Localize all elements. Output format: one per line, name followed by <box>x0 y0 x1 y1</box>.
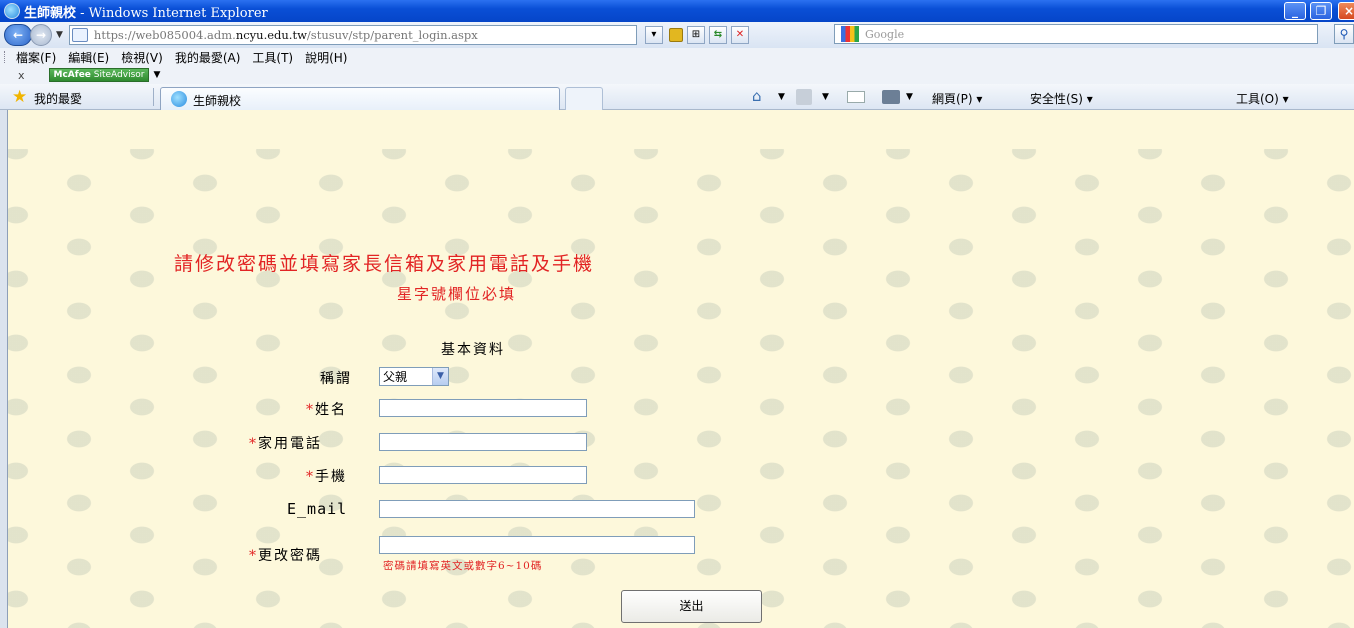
page-icon <box>71 28 88 42</box>
title-select[interactable]: 父親 ▼ <box>379 367 449 386</box>
mcafee-siteadvisor-button[interactable]: McAfee SiteAdvisor <box>48 68 150 82</box>
maximize-button[interactable]: ❐ <box>1310 2 1332 20</box>
home-dropdown-icon[interactable]: ▼ <box>778 92 785 102</box>
back-button[interactable]: ← <box>4 24 32 46</box>
toolbar-grip[interactable] <box>4 51 6 63</box>
content-top <box>8 110 1354 149</box>
menu-file[interactable]: 檔案(F) <box>16 49 56 66</box>
window-left-border <box>0 110 8 628</box>
tools-menu-button[interactable]: 工具(O) ▾ <box>1236 90 1289 107</box>
window-title: 生師親校 - Windows Internet Explorer <box>24 5 268 21</box>
stop-icon[interactable]: ✕ <box>730 26 749 44</box>
home-phone-label: *家用電話 <box>249 436 322 452</box>
tab-label: 生師親校 <box>193 94 242 108</box>
page-heading: 請修改密碼並填寫家長信箱及家用電話及手機 <box>174 253 595 275</box>
mobile-field[interactable] <box>379 466 587 484</box>
chevron-down-icon[interactable]: ▼ <box>153 70 160 80</box>
close-button[interactable]: × <box>1338 2 1354 20</box>
url-path: /stusuv/stp/parent_login.aspx <box>306 28 478 42</box>
menu-tools[interactable]: 工具(T) <box>252 49 293 66</box>
password-label: *更改密碼 <box>249 548 322 564</box>
url-domain: ncyu.edu.tw <box>235 28 307 42</box>
mcafee-text: SiteAdvisor <box>90 70 145 80</box>
address-toolbar: ← → ▼ https://web085004.adm.ncyu.edu.tw/… <box>0 22 1354 48</box>
address-input[interactable]: https://web085004.adm.ncyu.edu.tw/stusuv… <box>68 25 637 45</box>
page-menu-button[interactable]: 網頁(P) ▾ <box>932 90 982 107</box>
print-icon[interactable] <box>882 90 900 104</box>
minimize-button[interactable]: _ <box>1284 2 1306 20</box>
mail-icon[interactable] <box>847 91 865 103</box>
ie-logo-icon <box>4 3 20 19</box>
compatibility-icon[interactable]: ⊞ <box>686 26 705 44</box>
menu-edit[interactable]: 編輯(E) <box>68 49 109 66</box>
history-dropdown-icon[interactable]: ▼ <box>56 30 63 40</box>
password-field[interactable] <box>379 536 695 554</box>
chevron-down-icon[interactable]: ▼ <box>432 368 448 385</box>
menu-help[interactable]: 說明(H) <box>305 49 347 66</box>
mcafee-brand: McAfee <box>53 70 91 80</box>
rss-feed-icon[interactable] <box>796 89 812 105</box>
url-prefix: https://web085004.adm. <box>93 28 236 42</box>
window-titlebar: 生師親校 - Windows Internet Explorer _ ❐ × <box>0 0 1354 22</box>
menu-bar: 檔案(F) 編輯(E) 檢視(V) 我的最愛(A) 工具(T) 說明(H) <box>0 48 1354 66</box>
close-toolbar-icon[interactable]: x <box>18 69 25 82</box>
address-dropdown-button[interactable]: ▾ <box>644 26 663 44</box>
home-icon[interactable]: ⌂ <box>752 88 770 104</box>
print-dropdown-icon[interactable]: ▼ <box>906 92 913 102</box>
lock-icon[interactable] <box>668 28 683 42</box>
section-title: 基本資料 <box>441 342 505 358</box>
email-label: E_mail <box>287 500 348 518</box>
email-field[interactable] <box>379 500 695 518</box>
search-input[interactable]: Google <box>834 24 1318 44</box>
divider <box>153 88 154 106</box>
safety-menu-button[interactable]: 安全性(S) ▾ <box>1030 90 1093 107</box>
ie-tab-icon <box>171 91 187 107</box>
home-phone-field[interactable] <box>379 433 587 451</box>
name-label: *姓名 <box>306 402 347 418</box>
menu-view[interactable]: 檢視(V) <box>121 49 163 66</box>
favorites-bar: ★ 我的最愛 生師親校 ⌂ ▼ ▼ ▼ 網頁(P) ▾ 安全性(S) ▾ 工具(… <box>0 84 1354 110</box>
menu-favorites[interactable]: 我的最愛(A) <box>175 49 241 66</box>
password-hint: 密碼請填寫英文或數字6~10碼 <box>383 560 543 572</box>
tab-current[interactable]: 生師親校 <box>160 87 560 110</box>
refresh-icon[interactable]: ⇆ <box>708 26 727 44</box>
search-icon[interactable]: ⚲ <box>1334 24 1354 44</box>
favorites-star-icon[interactable]: ★ <box>12 88 30 106</box>
new-tab-button[interactable] <box>565 87 603 110</box>
forward-button[interactable]: → <box>30 24 52 46</box>
title-label: 稱謂 <box>320 371 352 387</box>
mcafee-toolbar: x McAfee SiteAdvisor ▼ <box>0 66 1354 84</box>
title-select-value: 父親 <box>383 370 408 384</box>
page-background <box>8 149 1354 628</box>
google-logo-icon <box>841 26 859 42</box>
mobile-label: *手機 <box>306 469 347 485</box>
favorites-button[interactable]: 我的最愛 <box>34 90 82 107</box>
name-field[interactable] <box>379 399 587 417</box>
submit-button[interactable]: 送出 <box>621 590 762 623</box>
required-notice: 星字號欄位必填 <box>397 285 517 303</box>
feed-dropdown-icon[interactable]: ▼ <box>822 92 829 102</box>
search-placeholder: Google <box>865 27 905 41</box>
